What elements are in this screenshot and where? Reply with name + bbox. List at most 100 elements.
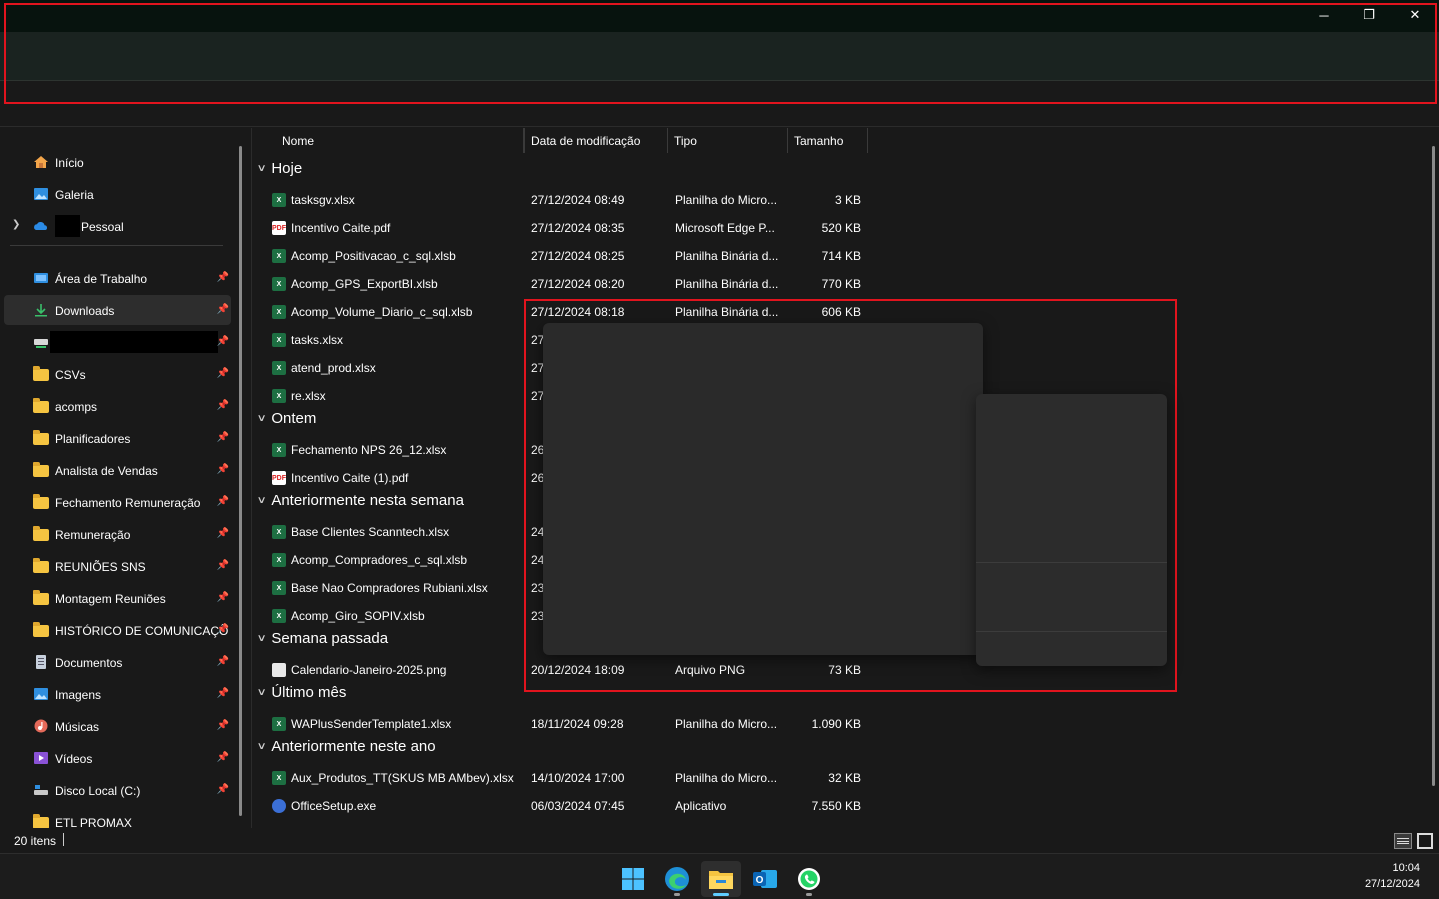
pin-icon[interactable]: 📌	[217, 688, 229, 699]
svg-text:O: O	[756, 875, 764, 886]
column-header-size[interactable]: Tamanho	[788, 128, 868, 153]
gallery-icon	[33, 187, 49, 201]
pin-icon[interactable]: 📌	[217, 656, 229, 667]
sidebar-item-documentos[interactable]: Documentos 📌	[4, 647, 231, 677]
sidebar-item-downloads[interactable]: Downloads 📌	[4, 295, 231, 325]
pin-icon[interactable]: 📌	[217, 368, 229, 379]
sidebar-item-m-sicas[interactable]: Músicas 📌	[4, 711, 231, 741]
whatsapp-icon[interactable]	[789, 861, 829, 897]
pin-icon[interactable]: 📌	[217, 336, 229, 347]
file-size: 7.550 KB	[811, 799, 861, 813]
file-row[interactable]: PDF Incentivo Caite.pdf 27/12/2024 08:35 Mi…	[252, 214, 872, 242]
file-row[interactable]: X Acomp_Positivacao_c_sql.xlsb 27/12/2024 …	[252, 242, 872, 270]
group-title: Anteriormente nesta semana	[271, 492, 464, 509]
sidebar-item-label: Planificadores	[55, 432, 131, 446]
file-row[interactable]: X Acomp_Volume_Diario_c_sql.xlsb 27/12/202…	[252, 298, 872, 326]
file-row[interactable]: OfficeSetup.exe 06/03/2024 07:45 Aplicativ…	[252, 792, 872, 820]
pin-icon[interactable]: 📌	[217, 432, 229, 443]
sidebar-item-label: ETL PROMAX	[55, 816, 132, 828]
pin-icon[interactable]: 📌	[217, 752, 229, 763]
pin-icon[interactable]: 📌	[217, 720, 229, 731]
sidebar-item-montagem-reuni-es[interactable]: Montagem Reuniões 📌	[4, 583, 231, 613]
file-name: Aux_Produtos_TT(SKUS MB AMbev).xlsx	[291, 771, 514, 785]
group-header[interactable]: ∨ Ontem	[257, 410, 317, 427]
sidebar-item-reuni-es-sns[interactable]: REUNIÕES SNS 📌	[4, 551, 231, 581]
file-row[interactable]: X Acomp_GPS_ExportBI.xlsb 27/12/2024 08:20…	[252, 270, 872, 298]
group-header[interactable]: ∨ Semana passada	[257, 630, 389, 647]
pin-icon[interactable]: 📌	[217, 272, 229, 283]
file-type: Planilha do Micro...	[675, 193, 778, 207]
chevron-down-icon[interactable]: ∨	[257, 687, 267, 698]
sidebar-item-pessoal[interactable]: ❯ Pessoal	[4, 211, 231, 241]
column-header-name[interactable]: Nome	[276, 128, 524, 153]
file-row[interactable]: X WAPlusSenderTemplate1.xlsx 18/11/2024 09…	[252, 710, 872, 738]
sidebar-item-imagens[interactable]: Imagens 📌	[4, 679, 231, 709]
sidebar-item-remunera-o[interactable]: Remuneração 📌	[4, 519, 231, 549]
sidebar-item-label: Vídeos	[55, 752, 93, 766]
chevron-down-icon[interactable]: ∨	[257, 163, 267, 174]
clock-date: 27/12/2024	[1364, 878, 1420, 890]
group-header[interactable]: ∨ Anteriormente nesta semana	[257, 492, 464, 509]
file-explorer-icon[interactable]	[701, 861, 741, 897]
excel-file-icon: X	[272, 717, 286, 731]
group-header[interactable]: ∨ Último mês	[257, 684, 347, 701]
chevron-right-icon[interactable]: ❯	[12, 219, 20, 230]
folder-icon	[33, 526, 49, 541]
sidebar-item-redacted[interactable]: 📌	[4, 327, 231, 357]
windows-start-icon[interactable]	[613, 861, 653, 897]
outlook-icon[interactable]: O	[745, 861, 785, 897]
pin-icon[interactable]: 📌	[217, 528, 229, 539]
file-list-scrollbar[interactable]	[1432, 146, 1435, 786]
group-header[interactable]: ∨ Anteriormente neste ano	[257, 738, 436, 755]
pin-icon[interactable]: 📌	[217, 496, 229, 507]
pin-icon[interactable]: 📌	[217, 784, 229, 795]
sidebar-item-fechamento-remunera-o[interactable]: Fechamento Remuneração 📌	[4, 487, 231, 517]
sidebar-item-planificadores[interactable]: Planificadores 📌	[4, 423, 231, 453]
item-count: 20 itens	[14, 834, 57, 848]
excel-file-icon: X	[272, 249, 286, 263]
group-header[interactable]: ∨ Hoje	[257, 160, 303, 177]
column-header-date[interactable]: Data de modificação	[524, 128, 668, 153]
chevron-down-icon[interactable]: ∨	[257, 633, 267, 644]
sidebar-item-label: Disco Local (C:)	[55, 784, 141, 798]
sidebar-item--rea-de-trabalho[interactable]: Área de Trabalho 📌	[4, 263, 231, 293]
pin-icon[interactable]: 📌	[217, 592, 229, 603]
network-drive-icon	[33, 335, 49, 349]
pin-icon[interactable]: 📌	[217, 400, 229, 411]
sidebar-item-v-deos[interactable]: Vídeos 📌	[4, 743, 231, 773]
file-name: tasksgv.xlsx	[291, 193, 355, 207]
pin-icon[interactable]: 📌	[217, 560, 229, 571]
folder-icon	[33, 590, 49, 605]
chevron-down-icon[interactable]: ∨	[257, 495, 267, 506]
large-icons-view-icon[interactable]	[1417, 833, 1433, 849]
excel-file-icon: X	[272, 333, 286, 347]
taskbar: O 10:04 27/12/2024	[0, 853, 1439, 899]
minimize-button[interactable]: ─	[1301, 0, 1347, 30]
clock[interactable]: 10:04 27/12/2024	[1340, 862, 1420, 890]
sidebar-item-etl-promax[interactable]: ETL PROMAX	[4, 807, 231, 828]
sidebar-item-in-cio[interactable]: Início	[4, 147, 231, 177]
sidebar-item-disco-local-c-[interactable]: Disco Local (C:) 📌	[4, 775, 231, 805]
file-row[interactable]: X Aux_Produtos_TT(SKUS MB AMbev).xlsx 14/1…	[252, 764, 872, 792]
file-row[interactable]: Calendario-Janeiro-2025.png 20/12/2024 18…	[252, 656, 872, 684]
file-row[interactable]: Xtasksgv.xlsx 27/12/2024 08:49 Planilha do…	[252, 186, 872, 214]
close-button[interactable]: ✕	[1392, 0, 1438, 30]
chevron-down-icon[interactable]: ∨	[257, 741, 267, 752]
sidebar-scrollbar[interactable]	[239, 146, 242, 816]
file-name: WAPlusSenderTemplate1.xlsx	[291, 717, 452, 731]
maximize-button[interactable]: ❐	[1346, 0, 1392, 30]
sidebar-item-csvs[interactable]: CSVs 📌	[4, 359, 231, 389]
sidebar-item-acomps[interactable]: acomps 📌	[4, 391, 231, 421]
column-header-type[interactable]: Tipo	[668, 128, 788, 153]
pin-icon[interactable]: 📌	[217, 304, 229, 315]
sidebar-item-galeria[interactable]: Galeria	[4, 179, 231, 209]
edge-icon[interactable]	[657, 861, 697, 897]
sidebar-item-hist-rico-de-comunica-[interactable]: HISTÓRICO DE COMUNICAÇÕ 📌	[4, 615, 231, 645]
pin-icon[interactable]: 📌	[217, 624, 229, 635]
details-view-icon[interactable]	[1394, 833, 1412, 849]
folder-icon	[33, 398, 49, 413]
sidebar-item-analista-de-vendas[interactable]: Analista de Vendas 📌	[4, 455, 231, 485]
pin-icon[interactable]: 📌	[217, 464, 229, 475]
chevron-down-icon[interactable]: ∨	[257, 413, 267, 424]
file-name: Incentivo Caite.pdf	[291, 221, 391, 235]
